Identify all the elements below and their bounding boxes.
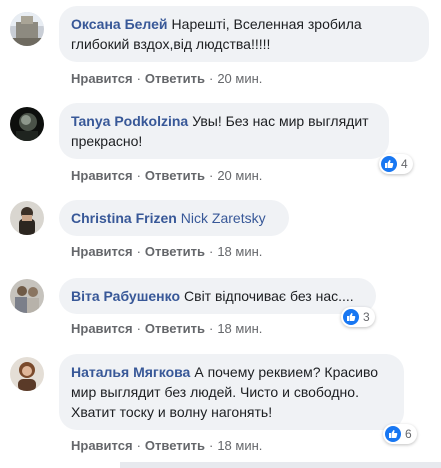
separator: · — [208, 168, 214, 183]
comment-time[interactable]: 20 мин. — [217, 71, 262, 86]
comment-author[interactable]: Наталья Мягкова — [71, 364, 190, 380]
next-comment-edge — [120, 462, 441, 468]
reply-link[interactable]: Ответить — [145, 438, 205, 453]
reply-link[interactable]: Ответить — [145, 71, 205, 86]
avatar[interactable] — [10, 107, 44, 141]
comment-text: Світ відпочиває без нас.... — [184, 288, 354, 304]
like-link[interactable]: Нравится — [71, 168, 133, 183]
comment-actions: Нравится · Ответить · 18 мин. — [71, 244, 262, 259]
comment-time[interactable]: 18 мин. — [217, 244, 262, 259]
reply-link[interactable]: Ответить — [145, 168, 205, 183]
avatar[interactable] — [10, 279, 44, 313]
comment-time[interactable]: 20 мин. — [217, 168, 262, 183]
like-link[interactable]: Нравится — [71, 244, 133, 259]
comment-time[interactable]: 18 мин. — [217, 438, 262, 453]
separator: · — [208, 71, 214, 86]
avatar[interactable] — [10, 12, 44, 46]
comment-bubble: Tanya Podkolzina Увы! Без нас мир выгляди… — [59, 103, 389, 159]
comment-author[interactable]: Оксана Белей — [71, 16, 168, 32]
separator: · — [208, 438, 214, 453]
reaction-count[interactable]: 4 — [379, 154, 413, 174]
comment-bubble: Оксана Белей Нарешті, Вселенная зробила г… — [59, 6, 429, 62]
thumbs-up-icon — [381, 156, 397, 172]
separator: · — [136, 168, 141, 183]
avatar[interactable] — [10, 357, 44, 391]
avatar[interactable] — [10, 201, 44, 235]
comment-bubble: Christina Frizen Nick Zaretsky — [59, 200, 289, 236]
separator: · — [208, 244, 214, 259]
reaction-number: 3 — [363, 310, 370, 324]
comment-time[interactable]: 18 мин. — [217, 321, 262, 336]
comment-bubble: Віта Рабушенко Світ відпочиває без нас...… — [59, 278, 376, 314]
mention-link[interactable]: Nick Zaretsky — [181, 210, 266, 226]
reaction-number: 6 — [405, 427, 412, 441]
reply-link[interactable]: Ответить — [145, 244, 205, 259]
separator: · — [136, 244, 141, 259]
comment-actions: Нравится · Ответить · 20 мин. — [71, 168, 262, 183]
separator: · — [136, 438, 141, 453]
like-link[interactable]: Нравится — [71, 71, 133, 86]
thumbs-up-icon — [385, 426, 401, 442]
comment-actions: Нравится · Ответить · 18 мин. — [71, 438, 262, 453]
like-link[interactable]: Нравится — [71, 321, 133, 336]
separator: · — [136, 71, 141, 86]
reply-link[interactable]: Ответить — [145, 321, 205, 336]
reaction-count[interactable]: 6 — [383, 424, 417, 444]
comment-author[interactable]: Christina Frizen — [71, 210, 177, 226]
comment-author[interactable]: Віта Рабушенко — [71, 288, 180, 304]
comment-actions: Нравится · Ответить · 20 мин. — [71, 71, 262, 86]
comment-author[interactable]: Tanya Podkolzina — [71, 113, 188, 129]
like-link[interactable]: Нравится — [71, 438, 133, 453]
reaction-number: 4 — [401, 157, 408, 171]
separator: · — [136, 321, 141, 336]
thumbs-up-icon — [343, 309, 359, 325]
comment-actions: Нравится · Ответить · 18 мин. — [71, 321, 262, 336]
reaction-count[interactable]: 3 — [341, 307, 375, 327]
separator: · — [208, 321, 214, 336]
comment-bubble: Наталья Мягкова А почему реквием? Красиво… — [59, 354, 404, 430]
